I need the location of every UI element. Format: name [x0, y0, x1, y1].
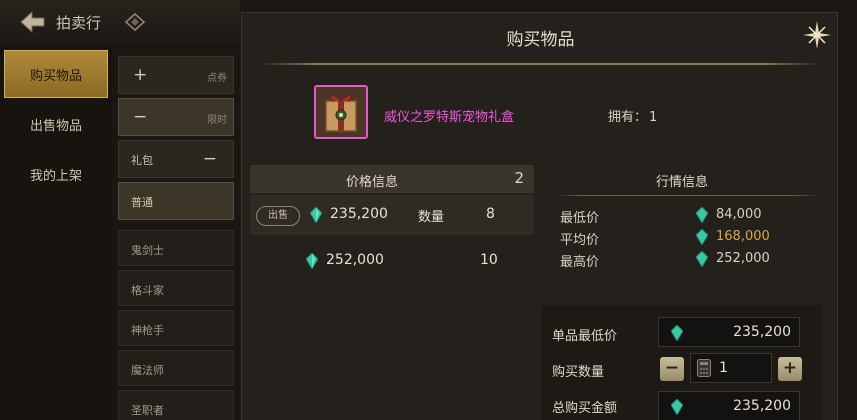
filter-label: 点券	[207, 73, 227, 84]
market-label: 平均价	[560, 233, 600, 248]
total-price: 235,200	[733, 398, 791, 414]
price-info-count: 2	[514, 169, 524, 187]
class-filter-item[interactable]: 魔法师	[118, 350, 234, 386]
price-info-header: 价格信息 2	[250, 165, 534, 193]
decrease-qty-button[interactable]: −	[660, 357, 684, 381]
total-price-display: 235,200	[658, 391, 800, 420]
buy-qty-label: 购买数量	[552, 365, 605, 380]
owned-value: 1	[649, 110, 658, 125]
class-filter-item[interactable]: 圣职者	[118, 390, 234, 420]
gem-currency-icon	[696, 251, 708, 267]
market-value: 252,000	[716, 251, 770, 266]
sell-badge: 出售	[256, 206, 300, 226]
listing-price: 252,000	[326, 252, 384, 268]
class-filter-item[interactable]: 格斗家	[118, 270, 234, 306]
tab-sell-items[interactable]: 出售物品	[4, 100, 108, 148]
class-filter-item[interactable]: 神枪手	[118, 310, 234, 346]
market-avg-row: 平均价 168,000	[560, 227, 820, 248]
listing-qty: 8	[486, 206, 495, 222]
quantity-input[interactable]: 1	[690, 353, 772, 383]
market-label: 最高价	[560, 255, 600, 270]
close-icon[interactable]	[801, 19, 833, 51]
item-name: 威仪之罗特斯宠物礼盒	[384, 110, 515, 125]
class-filter-item[interactable]: 鬼剑士	[118, 230, 234, 266]
gem-currency-icon	[310, 207, 322, 223]
gem-currency-icon	[696, 207, 708, 223]
filter-normal[interactable]: 普通	[118, 182, 234, 220]
gem-currency-icon	[696, 229, 708, 245]
tab-my-listings[interactable]: 我的上架	[4, 150, 108, 198]
quantity-value: 1	[719, 360, 728, 376]
market-info-title: 行情信息	[655, 175, 708, 190]
gem-currency-icon	[306, 253, 318, 269]
dialog-header: 购买物品	[242, 13, 839, 59]
title-divider	[260, 63, 820, 65]
market-divider	[556, 195, 818, 196]
collapse-icon: −	[202, 149, 217, 169]
qty-label: 数量	[418, 210, 445, 225]
price-info-title: 价格信息	[345, 175, 398, 190]
filter-coupon[interactable]: + 点券	[118, 56, 234, 94]
purchase-dialog: 购买物品 威仪之罗特斯宠物礼盒 拥有： 1 价格信息 2 出售 235,200 数…	[241, 12, 838, 420]
category-label: 礼包	[131, 154, 153, 167]
filter-label: 普通	[131, 196, 153, 209]
dialog-title: 购买物品	[506, 30, 575, 50]
unit-min-price: 235,200	[733, 324, 791, 340]
calculator-icon[interactable]	[697, 359, 711, 377]
filter-limited[interactable]: − 限时	[118, 98, 234, 136]
listing-qty: 10	[480, 252, 498, 268]
auction-topbar: 拍卖行	[0, 0, 240, 44]
page-title: 拍卖行	[56, 14, 102, 32]
expand-icon: +	[133, 65, 148, 85]
collapse-icon: −	[133, 107, 148, 127]
market-value: 168,000	[716, 229, 770, 244]
gift-box-icon	[314, 85, 368, 139]
unit-min-price-display: 235,200	[658, 317, 800, 347]
back-arrow-icon[interactable]	[18, 10, 46, 34]
diamond-info-icon[interactable]	[124, 12, 146, 32]
purchase-panel: 单品最低价 235,200 购买数量 − 1 + 总购买金额 235,200	[542, 305, 822, 420]
unit-min-label: 单品最低价	[552, 329, 618, 344]
listing-price: 235,200	[330, 206, 388, 222]
price-row-selected[interactable]: 出售 235,200 数量 8	[250, 195, 534, 235]
filter-label: 限时	[207, 115, 227, 126]
owned-label: 拥有：	[608, 110, 648, 125]
tab-buy-items[interactable]: 购买物品	[4, 50, 108, 98]
gem-currency-icon	[671, 325, 683, 341]
gem-currency-icon	[671, 399, 683, 415]
price-row[interactable]: 252,000 10	[250, 241, 534, 281]
filter-category-gift[interactable]: 礼包 −	[118, 140, 234, 178]
market-lowest-row: 最低价 84,000	[560, 205, 820, 226]
owned-count: 拥有： 1	[606, 106, 657, 125]
increase-qty-button[interactable]: +	[778, 357, 802, 381]
market-value: 84,000	[716, 207, 762, 222]
total-label: 总购买金额	[552, 401, 618, 416]
market-label: 最低价	[560, 211, 600, 226]
left-tab-column: 购买物品 出售物品 我的上架	[0, 44, 112, 420]
market-highest-row: 最高价 252,000	[560, 249, 820, 270]
